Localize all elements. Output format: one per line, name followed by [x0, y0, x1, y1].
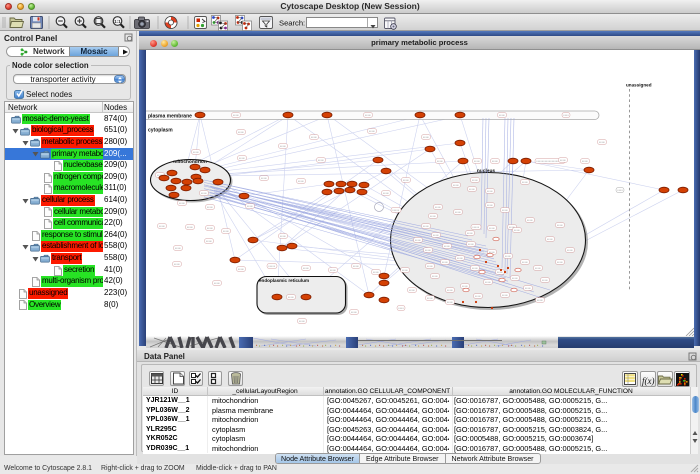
svg-text:unassigned: unassigned — [626, 83, 652, 88]
svg-text:1:1: 1:1 — [114, 19, 121, 24]
svg-text:cytoplasm: cytoplasm — [148, 128, 173, 134]
svg-text:f(x): f(x) — [642, 376, 655, 386]
svg-text:Search:: Search: — [279, 19, 305, 28]
svg-text:nucleus: nucleus — [477, 168, 495, 174]
svg-text:plasma membrane: plasma membrane — [148, 113, 192, 119]
svg-text:endoplasmic reticulum: endoplasmic reticulum — [259, 278, 309, 283]
svg-text:mitochondrion: mitochondrion — [173, 159, 207, 165]
